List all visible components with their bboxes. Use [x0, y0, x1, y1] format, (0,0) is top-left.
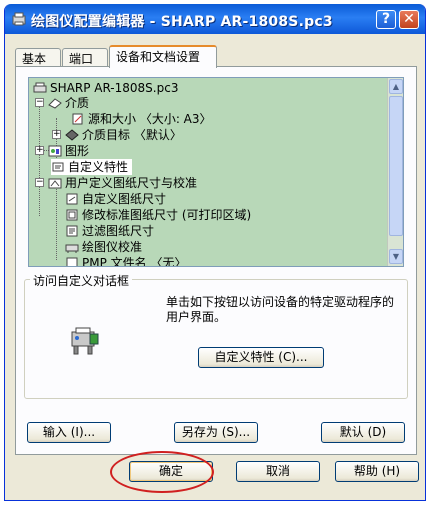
tree-item-label: 介质目标 〈默认〉: [82, 128, 182, 142]
paper-calibration-icon: [48, 178, 62, 189]
tree-item-modify-standard-sizes[interactable]: 修改标准图纸尺寸 (可打印区域): [65, 207, 251, 223]
tree-item-pmp-filename[interactable]: PMP 文件名 〈无〉: [65, 255, 187, 267]
tree-connector: [39, 100, 40, 216]
tree-item-label: SHARP AR-1808S.pc3: [50, 81, 179, 95]
scroll-up-arrow-icon[interactable]: ▲: [389, 79, 403, 94]
calibration-icon: [65, 244, 79, 253]
media-destination-icon: [65, 129, 79, 141]
tree-item-user-paper-sizes[interactable]: 用户定义图纸尺寸与校准: [48, 175, 197, 191]
printer-icon: [33, 82, 47, 93]
tab-strip: 基本 端口 设备和文档设置: [15, 45, 415, 68]
tree-connector: [56, 182, 57, 260]
group-title: 访问自定义对话框: [30, 272, 133, 289]
tree-item-label: PMP 文件名 〈无〉: [82, 256, 187, 267]
media-icon: [48, 98, 62, 109]
tree-item-label: 自定义图纸尺寸: [82, 192, 167, 206]
tree-item-custom-paper-size[interactable]: 自定义图纸尺寸: [65, 191, 166, 207]
pmp-file-icon: [66, 257, 78, 266]
tree-item-plotter-calibration[interactable]: 绘图仪校准: [65, 239, 142, 255]
tab-basic[interactable]: 基本: [15, 48, 61, 67]
paper-size-icon: [66, 193, 78, 205]
tree-item-source-size[interactable]: 源和大小 〈大小: A3〉: [71, 111, 212, 127]
graphics-icon: [48, 145, 62, 157]
tree-item-media-destination[interactable]: 介质目标 〈默认〉: [65, 127, 182, 143]
tree-item-label: 修改标准图纸尺寸 (可打印区域): [82, 208, 252, 222]
tree-item-label: 介质: [65, 96, 90, 110]
paper-size-icon: [72, 113, 83, 125]
plotter-config-window: 绘图仪配置编辑器 - SHARP AR-1808S.pc3 ? ✕ 基本 端口 …: [4, 4, 426, 501]
settings-tree[interactable]: SHARP AR-1808S.pc3 − 介质 源和大小 〈大小: A3〉 + …: [28, 77, 404, 267]
custom-properties-icon: [52, 162, 64, 172]
custom-properties-button[interactable]: 自定义特性 (C)...: [198, 347, 324, 368]
group-description: 单击如下按钮以访问设备的特定驱动程序的用户界面。: [166, 295, 395, 324]
tree-item-filter-paper-sizes[interactable]: 过滤图纸尺寸: [65, 223, 154, 239]
expand-toggle[interactable]: +: [52, 130, 61, 139]
collapse-toggle[interactable]: −: [35, 178, 44, 187]
tree-item-label: 过滤图纸尺寸: [82, 224, 155, 238]
tree-item-graphics[interactable]: 图形: [48, 143, 89, 159]
tree-item-root[interactable]: SHARP AR-1808S.pc3: [33, 80, 178, 96]
tree-item-media[interactable]: 介质: [48, 95, 89, 111]
tab-port[interactable]: 端口: [62, 48, 108, 67]
help-button[interactable]: 帮助 (H): [335, 461, 419, 482]
defaults-button[interactable]: 默认 (D): [321, 422, 405, 443]
tree-item-label: 源和大小 〈大小: A3〉: [88, 112, 212, 126]
tree-scrollbar[interactable]: ▲ ▼: [387, 78, 403, 266]
cancel-button[interactable]: 取消: [236, 461, 320, 482]
plotter-app-icon: [12, 12, 26, 26]
window-title: 绘图仪配置编辑器 - SHARP AR-1808S.pc3: [31, 14, 333, 30]
ok-button[interactable]: 确定: [129, 461, 213, 482]
close-title-button[interactable]: ✕: [399, 10, 419, 29]
expand-toggle[interactable]: +: [35, 146, 44, 155]
plotter-device-icon: [71, 327, 99, 355]
title-bar[interactable]: 绘图仪配置编辑器 - SHARP AR-1808S.pc3 ? ✕: [5, 4, 425, 34]
help-title-button[interactable]: ?: [376, 10, 396, 29]
scroll-thumb[interactable]: [389, 96, 403, 236]
tab-panel: SHARP AR-1808S.pc3 − 介质 源和大小 〈大小: A3〉 + …: [15, 66, 417, 455]
collapse-toggle[interactable]: −: [35, 98, 44, 107]
save-as-button[interactable]: 另存为 (S)...: [174, 422, 258, 443]
tree-item-custom-properties[interactable]: 自定义特性: [51, 159, 133, 175]
tree-item-label: 自定义特性: [68, 160, 129, 174]
import-button[interactable]: 输入 (I)...: [27, 422, 111, 443]
filter-sizes-icon: [66, 225, 78, 237]
tab-device-doc-settings[interactable]: 设备和文档设置: [109, 45, 217, 68]
scroll-down-arrow-icon[interactable]: ▼: [389, 249, 403, 264]
tree-item-label: 用户定义图纸尺寸与校准: [65, 176, 198, 190]
tree-item-label: 绘图仪校准: [82, 240, 143, 254]
paper-size-icon: [66, 209, 78, 221]
tree-item-label: 图形: [65, 144, 90, 158]
